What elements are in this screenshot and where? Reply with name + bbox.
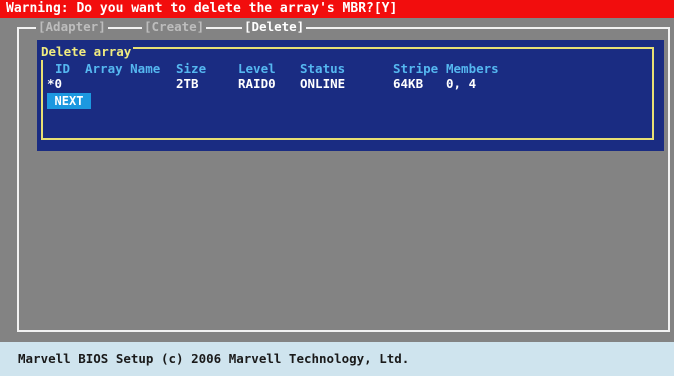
cell-id: *0	[47, 76, 63, 91]
cell-members: 0, 4	[446, 76, 477, 91]
column-header-stripe: Stripe	[393, 61, 439, 76]
cell-status: ONLINE	[300, 76, 346, 91]
column-header-status: Status	[300, 61, 346, 76]
tab-create[interactable]: [Create]	[142, 19, 207, 35]
warning-bar: Warning: Do you want to delete the array…	[0, 0, 674, 18]
dialog-title: Delete array	[39, 44, 134, 60]
cell-stripe: 64KB	[393, 76, 424, 91]
next-button[interactable]: NEXT	[47, 93, 91, 109]
tab-delete[interactable]: [Delete]	[242, 19, 307, 35]
column-header-level: Level	[238, 61, 276, 76]
cell-level: RAID0	[238, 76, 276, 91]
column-header-size: Size	[176, 61, 207, 76]
column-header-members: Members	[446, 61, 499, 76]
column-header-id: ID	[55, 61, 71, 76]
column-header-array-name: Array Name	[85, 61, 161, 76]
footer-status: Marvell BIOS Setup (c) 2006 Marvell Tech…	[0, 342, 674, 376]
tab-adapter[interactable]: [Adapter]	[36, 19, 108, 35]
cell-size: 2TB	[176, 76, 199, 91]
